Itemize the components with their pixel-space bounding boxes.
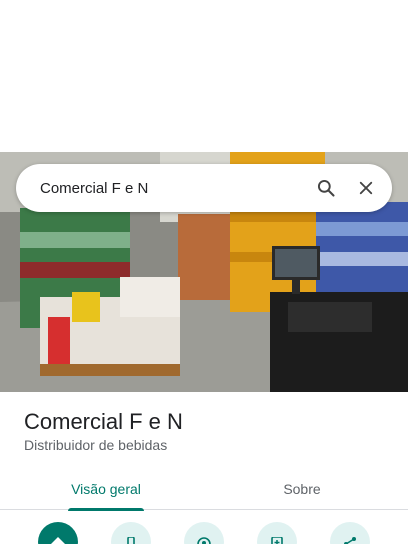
share-icon bbox=[343, 534, 357, 544]
nearby-icon bbox=[197, 534, 211, 544]
place-details-page: Comercial F e N Comercial F e N Distribu… bbox=[0, 0, 408, 544]
tab-bar: Visão geral Sobre bbox=[0, 468, 408, 511]
search-icon[interactable] bbox=[306, 168, 346, 208]
call-button[interactable] bbox=[111, 522, 151, 544]
place-title: Comercial F e N bbox=[24, 409, 183, 434]
search-input[interactable]: Comercial F e N bbox=[40, 180, 306, 197]
tab-overview[interactable]: Visão geral bbox=[52, 468, 160, 511]
send-to-phone-button[interactable] bbox=[257, 522, 297, 544]
action-bar bbox=[0, 522, 408, 544]
tab-about[interactable]: Sobre bbox=[248, 468, 356, 510]
close-icon[interactable] bbox=[346, 168, 386, 208]
search-bar[interactable]: Comercial F e N bbox=[16, 164, 392, 212]
place-category: Distribuidor de bebidas bbox=[24, 437, 168, 453]
phone-icon bbox=[126, 534, 136, 544]
save-to-phone-icon bbox=[271, 534, 283, 544]
nearby-button[interactable] bbox=[184, 522, 224, 544]
share-button[interactable] bbox=[330, 522, 370, 544]
directions-icon bbox=[51, 534, 65, 544]
directions-button[interactable] bbox=[38, 522, 78, 544]
